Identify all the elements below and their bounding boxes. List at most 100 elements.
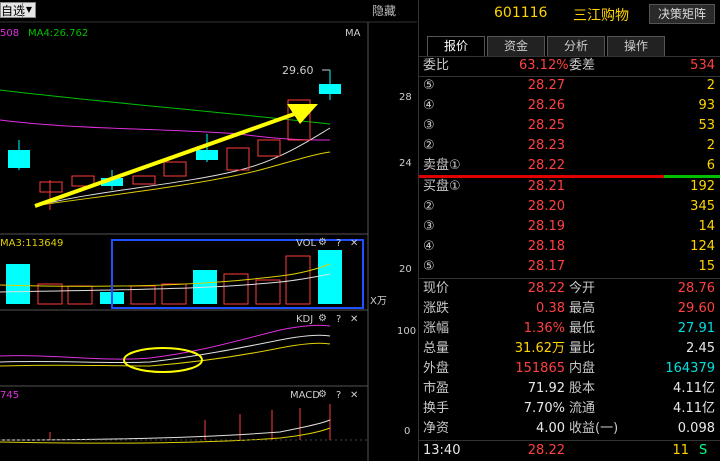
quote-panel: 601116 三江购物 决策矩阵 报价 资金 分析 操作 委比 63.12% 委… (418, 0, 720, 461)
bid-price: 28.20 (527, 199, 565, 214)
vol-ma-label: MA3:113649 (0, 238, 64, 249)
stat-value: 0.098 (677, 421, 715, 436)
stat-label: 外盘 (423, 361, 450, 376)
stat-value: 31.62万 (514, 341, 565, 356)
trend-arrow (34, 104, 318, 208)
stat-label: 量比 (569, 341, 596, 356)
committee-ratio-label: 委比 (423, 58, 450, 73)
tick-price: 28.22 (527, 443, 565, 458)
stat-label: 最高 (569, 301, 596, 316)
stat-value: 4.11亿 (673, 401, 715, 416)
ask-price: 28.25 (527, 118, 565, 133)
stat-value: 28.76 (677, 281, 715, 296)
help-icon[interactable]: ? (336, 314, 341, 326)
close-icon[interactable]: ✕ (350, 238, 358, 250)
ask-volume: 93 (698, 98, 715, 113)
gear-icon[interactable]: ⚙ (318, 313, 327, 325)
tick-row: 13:40 28.22 11 S (419, 441, 720, 461)
kdj-title: KDJ (296, 314, 314, 325)
tab-quote[interactable]: 报价 (427, 36, 485, 56)
kline-chart-area[interactable]: 自选 ▼ 隐藏 508 MA4:26.762 MA 29.60 28 24 MA… (0, 0, 417, 461)
candle-up (163, 161, 187, 177)
stats-row: 外盘 151865 内盘 164379 (419, 359, 720, 379)
tick-time: 13:40 (423, 443, 461, 458)
ask-row: ④ 28.26 93 (419, 96, 720, 116)
stats-row: 现价 28.22 今开 28.76 (419, 279, 720, 299)
bid-volume: 15 (698, 259, 715, 274)
watchlist-select[interactable]: 自选 ▼ (0, 2, 36, 18)
stat-value: 2.45 (686, 341, 715, 356)
bid-row: 买盘① 28.21 192 (419, 177, 720, 197)
tick-direction: S (699, 443, 708, 458)
close-icon[interactable]: ✕ (350, 390, 358, 402)
stat-label: 涨幅 (423, 321, 450, 336)
gear-icon[interactable]: ⚙ (318, 237, 327, 249)
hide-button[interactable]: 隐藏 (372, 2, 416, 20)
ma-tag: MA (345, 28, 361, 39)
stat-value: 7.70% (523, 401, 565, 416)
vol-title: VOL (296, 238, 317, 249)
ask-price: 28.27 (527, 78, 565, 93)
candle-up (226, 147, 250, 171)
price-label-24: 24 (399, 158, 412, 169)
stat-label: 换手 (423, 401, 450, 416)
close-icon[interactable]: ✕ (350, 314, 358, 326)
candle-up (257, 139, 281, 157)
bid-price: 28.17 (527, 259, 565, 274)
gear-icon[interactable]: ⚙ (318, 389, 327, 401)
ask-level-label: ⑤ (423, 78, 435, 93)
decision-matrix-button[interactable]: 决策矩阵 (649, 4, 715, 24)
bid-price: 28.19 (527, 219, 565, 234)
chevron-down-icon: ▼ (22, 3, 35, 17)
ask-price: 28.26 (527, 98, 565, 113)
tab-operation[interactable]: 操作 (607, 36, 665, 56)
stat-label: 现价 (423, 281, 450, 296)
help-icon[interactable]: ? (336, 238, 341, 250)
stat-label: 净资 (423, 421, 450, 436)
stat-label: 今开 (569, 281, 596, 296)
ask-volume: 53 (698, 118, 715, 133)
macd-title: MACD (290, 390, 320, 401)
candle-down (196, 150, 218, 160)
committee-row: 委比 63.12% 委差 534 (419, 56, 720, 76)
bid-volume: 14 (698, 219, 715, 234)
bid-price: 28.21 (527, 179, 565, 194)
stat-value: 27.91 (677, 321, 715, 336)
stat-value: 4.00 (536, 421, 565, 436)
bid-row: ⑤ 28.17 15 (419, 257, 720, 277)
stats-row: 换手 7.70% 流通 4.11亿 (419, 399, 720, 419)
committee-ratio-value: 63.12% (519, 58, 569, 73)
ask-level-label: 卖盘① (423, 158, 461, 173)
committee-diff-label: 委差 (569, 58, 596, 73)
stats-row: 涨跌 0.38 最高 29.60 (419, 299, 720, 319)
help-icon[interactable]: ? (336, 390, 341, 402)
ask-row: ② 28.23 2 (419, 136, 720, 156)
stats-row: 净资 4.00 收益(一) 0.098 (419, 419, 720, 439)
stat-value: 28.22 (527, 281, 565, 296)
kdj-lines (0, 324, 331, 367)
ask-volume: 6 (706, 158, 715, 173)
stock-name: 三江购物 (573, 8, 629, 24)
kdj-axis-label: 100 (397, 326, 417, 337)
stat-value: 151865 (515, 361, 565, 376)
candle-down (8, 150, 30, 168)
ma-white-line (39, 127, 331, 206)
candles (8, 69, 341, 210)
stats-row: 总量 31.62万 量比 2.45 (419, 339, 720, 359)
bid-volume: 124 (690, 239, 715, 254)
tab-funds[interactable]: 资金 (487, 36, 545, 56)
bid-level-label: ③ (423, 219, 435, 234)
stats-row: 涨幅 1.36% 最低 27.91 (419, 319, 720, 339)
stat-value: 71.92 (527, 381, 565, 396)
stat-value: 0.38 (536, 301, 565, 316)
ask-level-label: ② (423, 138, 435, 153)
ask-row: ③ 28.25 53 (419, 116, 720, 136)
macd-left-label: 745 (0, 390, 20, 401)
stat-label: 股本 (569, 381, 596, 396)
bid-level-label: ⑤ (423, 259, 435, 274)
ask-price: 28.23 (527, 138, 565, 153)
tab-analysis[interactable]: 分析 (547, 36, 605, 56)
bid-row: ④ 28.18 124 (419, 237, 720, 257)
bid-level-label: ④ (423, 239, 435, 254)
stat-label: 收益(一) (569, 421, 619, 436)
